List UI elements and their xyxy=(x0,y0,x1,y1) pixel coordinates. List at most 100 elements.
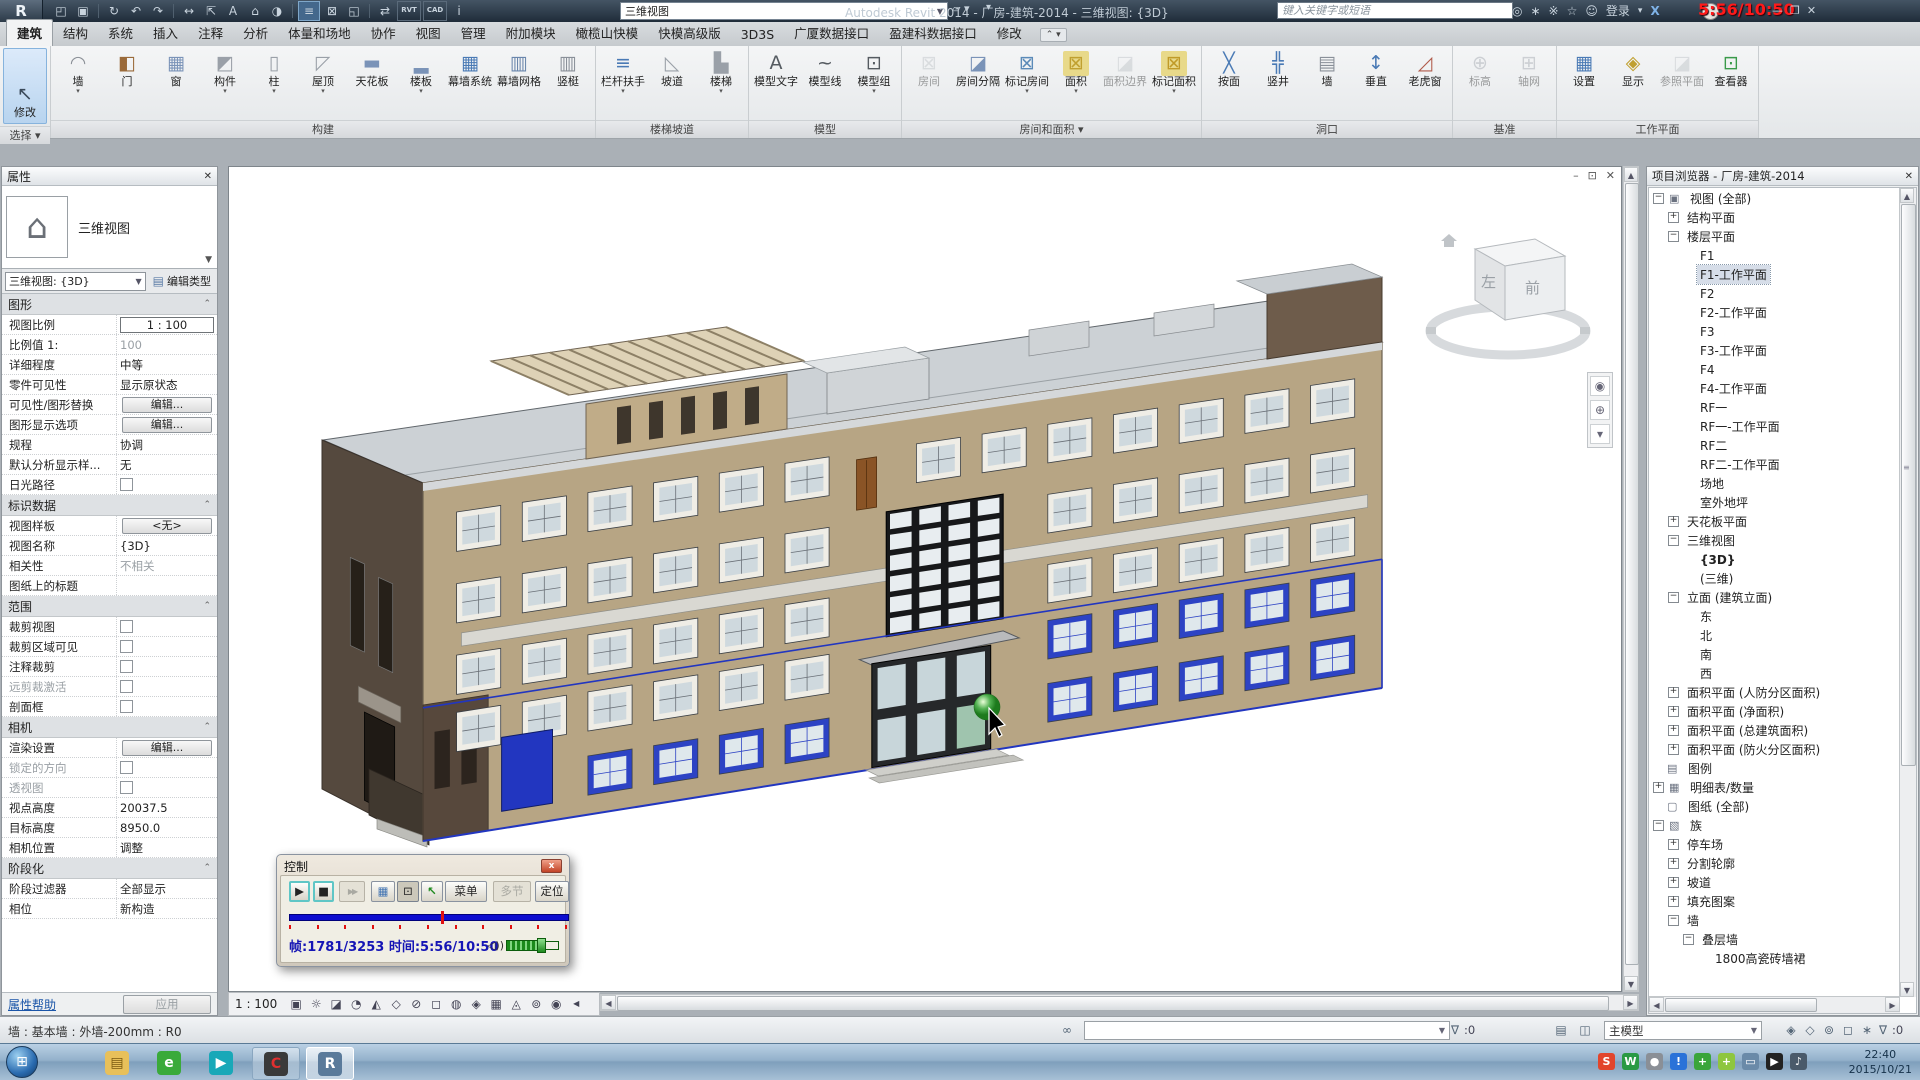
audio-device-tray-icon[interactable]: ● xyxy=(1646,1053,1663,1070)
tree-item-label[interactable]: 南 xyxy=(1697,645,1715,664)
tab-附加模块[interactable]: 附加模块 xyxy=(496,20,566,46)
tree-item-label[interactable]: 图例 xyxy=(1685,759,1715,778)
tab-协作[interactable]: 协作 xyxy=(361,20,406,46)
dark-window[interactable] xyxy=(435,729,450,789)
fast-forward-button[interactable]: ▶▶ xyxy=(339,881,365,902)
horizontal-scrollbar[interactable]: ◀ ▶ xyxy=(600,994,1639,1011)
vertical-scroll-thumb[interactable] xyxy=(1625,183,1639,965)
tree-item[interactable]: + 停车场 xyxy=(1649,835,1900,854)
ribbon-button-门[interactable]: ◧门 xyxy=(103,48,151,89)
tree-item-label[interactable]: 室外地坪 xyxy=(1697,493,1751,512)
left-wall-window[interactable] xyxy=(379,577,393,672)
progress-marker[interactable] xyxy=(441,911,444,924)
tab-广厦数据接口[interactable]: 广厦数据接口 xyxy=(784,20,879,46)
switch-windows-icon[interactable]: ◱ xyxy=(344,2,364,20)
login-button[interactable]: 登录 xyxy=(1606,2,1630,19)
collapse-icon[interactable]: − xyxy=(1668,592,1679,603)
property-edit-button[interactable]: 编辑... xyxy=(122,740,212,756)
ribbon-button-竖梃[interactable]: ▥竖梃 xyxy=(544,48,592,89)
sync-icon[interactable]: ↻ xyxy=(104,2,124,20)
curtain-panel[interactable] xyxy=(890,532,912,550)
tree-item[interactable]: F4 xyxy=(1649,360,1900,379)
tree-item[interactable]: F1-工作平面 xyxy=(1649,265,1900,284)
highlight-displacement-sets-icon[interactable]: ⊚ xyxy=(527,995,545,1013)
ribbon-button-楼板[interactable]: ▂楼板▾ xyxy=(397,48,445,95)
temporary-hide-isolate-icon[interactable]: ◻ xyxy=(427,995,445,1013)
expand-icon[interactable]: + xyxy=(1668,858,1679,869)
scroll-down-icon[interactable]: ▼ xyxy=(1624,976,1638,991)
open-icon[interactable]: ◰ xyxy=(51,2,71,20)
browser-hscroll-thumb[interactable] xyxy=(1665,998,1817,1012)
tree-item[interactable]: RF二-工作平面 xyxy=(1649,455,1900,474)
section-header-图形[interactable]: 图形⌃ xyxy=(2,294,217,315)
stop-button[interactable]: ■ xyxy=(313,881,334,902)
view-minimize-icon[interactable]: – xyxy=(1573,169,1579,182)
tree-item-label[interactable]: 面积平面 (人防分区面积) xyxy=(1684,683,1823,702)
expand-icon[interactable]: + xyxy=(1668,896,1679,907)
property-value[interactable]: 新构造 xyxy=(117,901,217,917)
chevron-down-icon[interactable]: ▾ xyxy=(1638,6,1643,16)
ribbon-button-修改[interactable]: ↖修改 xyxy=(3,48,47,124)
tab-橄榄山快模[interactable]: 橄榄山快模 xyxy=(566,20,649,46)
penthouse-louver[interactable] xyxy=(617,405,631,444)
select-underlay-icon[interactable]: ◇ xyxy=(1801,1021,1819,1039)
tree-item[interactable]: +面积平面 (总建筑面积) xyxy=(1649,721,1900,740)
property-value[interactable]: 显示原状态 xyxy=(117,377,217,393)
show-analytical-model-icon[interactable]: ◬ xyxy=(507,995,525,1013)
entrance-glass[interactable] xyxy=(878,664,906,710)
horizontal-scroll-thumb[interactable] xyxy=(617,996,1609,1011)
property-edit-button[interactable]: <无> xyxy=(122,518,212,534)
ribbon-button-坡道[interactable]: ◺坡道 xyxy=(648,48,696,89)
property-value[interactable]: 中等 xyxy=(117,357,217,373)
crop-view-icon[interactable]: ◇ xyxy=(387,995,405,1013)
browser-horizontal-scrollbar[interactable]: ◀ ▶ xyxy=(1649,996,1900,1013)
tree-item[interactable]: −楼层平面 xyxy=(1649,227,1900,246)
design-option-combo[interactable]: 主模型 ▼ xyxy=(1604,1021,1762,1040)
scroll-up-icon[interactable]: ▲ xyxy=(1624,167,1638,182)
section-header-标识数据[interactable]: 标识数据⌃ xyxy=(2,495,217,516)
tree-item-label[interactable]: RF一 xyxy=(1697,398,1730,417)
close-hidden-windows-icon[interactable]: ⊠ xyxy=(322,2,342,20)
tree-item[interactable]: +坡道 xyxy=(1649,873,1900,892)
export-rvt-icon[interactable]: RVT xyxy=(397,1,421,21)
tab-3D3S[interactable]: 3D3S xyxy=(731,24,784,46)
play-button[interactable]: ▶ xyxy=(289,881,310,902)
checkbox[interactable] xyxy=(120,660,133,673)
tree-item[interactable]: RF二 xyxy=(1649,436,1900,455)
tree-item-label[interactable]: 族 xyxy=(1687,816,1705,835)
communication-center-icon[interactable]: ※ xyxy=(1549,4,1559,18)
property-value[interactable]: 100 xyxy=(117,338,217,352)
panel-title[interactable]: 构建 xyxy=(51,120,595,138)
scroll-left-icon[interactable]: ◀ xyxy=(567,995,585,1013)
sun-path-icon[interactable]: ◔ xyxy=(347,995,365,1013)
expand-icon[interactable]: + xyxy=(1668,839,1679,850)
tree-item-label[interactable]: 停车场 xyxy=(1684,835,1726,854)
property-value[interactable]: 无 xyxy=(117,457,217,473)
tree-item[interactable]: F2 xyxy=(1649,284,1900,303)
tree-item-label[interactable]: RF二 xyxy=(1697,436,1730,455)
tree-item-label[interactable]: 天花板平面 xyxy=(1684,512,1750,531)
scroll-left-icon[interactable]: ◀ xyxy=(601,995,616,1010)
tree-item[interactable]: ▢图纸 (全部) xyxy=(1649,797,1900,816)
type-selector[interactable]: ⌂ 三维视图 ▼ xyxy=(2,186,217,269)
panel-title[interactable]: 选择 ▾ xyxy=(0,126,50,144)
ribbon-button-显示[interactable]: ◈显示 xyxy=(1609,48,1657,89)
property-edit-button[interactable]: 编辑... xyxy=(122,417,212,433)
tree-item-label[interactable]: 面积平面 (防火分区面积) xyxy=(1684,740,1823,759)
tree-item-label[interactable]: F3 xyxy=(1697,324,1718,340)
shadows-icon[interactable]: ◪ xyxy=(327,995,345,1013)
checkbox[interactable] xyxy=(120,640,133,653)
tree-item-label[interactable]: 分割轮廓 xyxy=(1684,854,1738,873)
property-value[interactable]: {3D} xyxy=(117,539,217,553)
show-crop-region-icon[interactable]: ⊘ xyxy=(407,995,425,1013)
ribbon-button-栏杆扶手[interactable]: ≡栏杆扶手▾ xyxy=(599,48,647,95)
tree-item-label[interactable]: 东 xyxy=(1697,607,1715,626)
tree-item-label[interactable]: 图纸 (全部) xyxy=(1685,797,1752,816)
properties-help-link[interactable]: 属性帮助 xyxy=(8,996,56,1013)
scroll-right-icon[interactable]: ▶ xyxy=(1885,997,1900,1012)
ribbon-button-垂直[interactable]: ↕垂直 xyxy=(1352,48,1400,89)
tree-item-label[interactable]: (三维) xyxy=(1697,569,1736,588)
tree-item-label[interactable]: F2-工作平面 xyxy=(1697,303,1770,322)
export-cad-icon[interactable]: CAD xyxy=(423,1,447,21)
panel-title[interactable]: 洞口 xyxy=(1202,120,1452,138)
